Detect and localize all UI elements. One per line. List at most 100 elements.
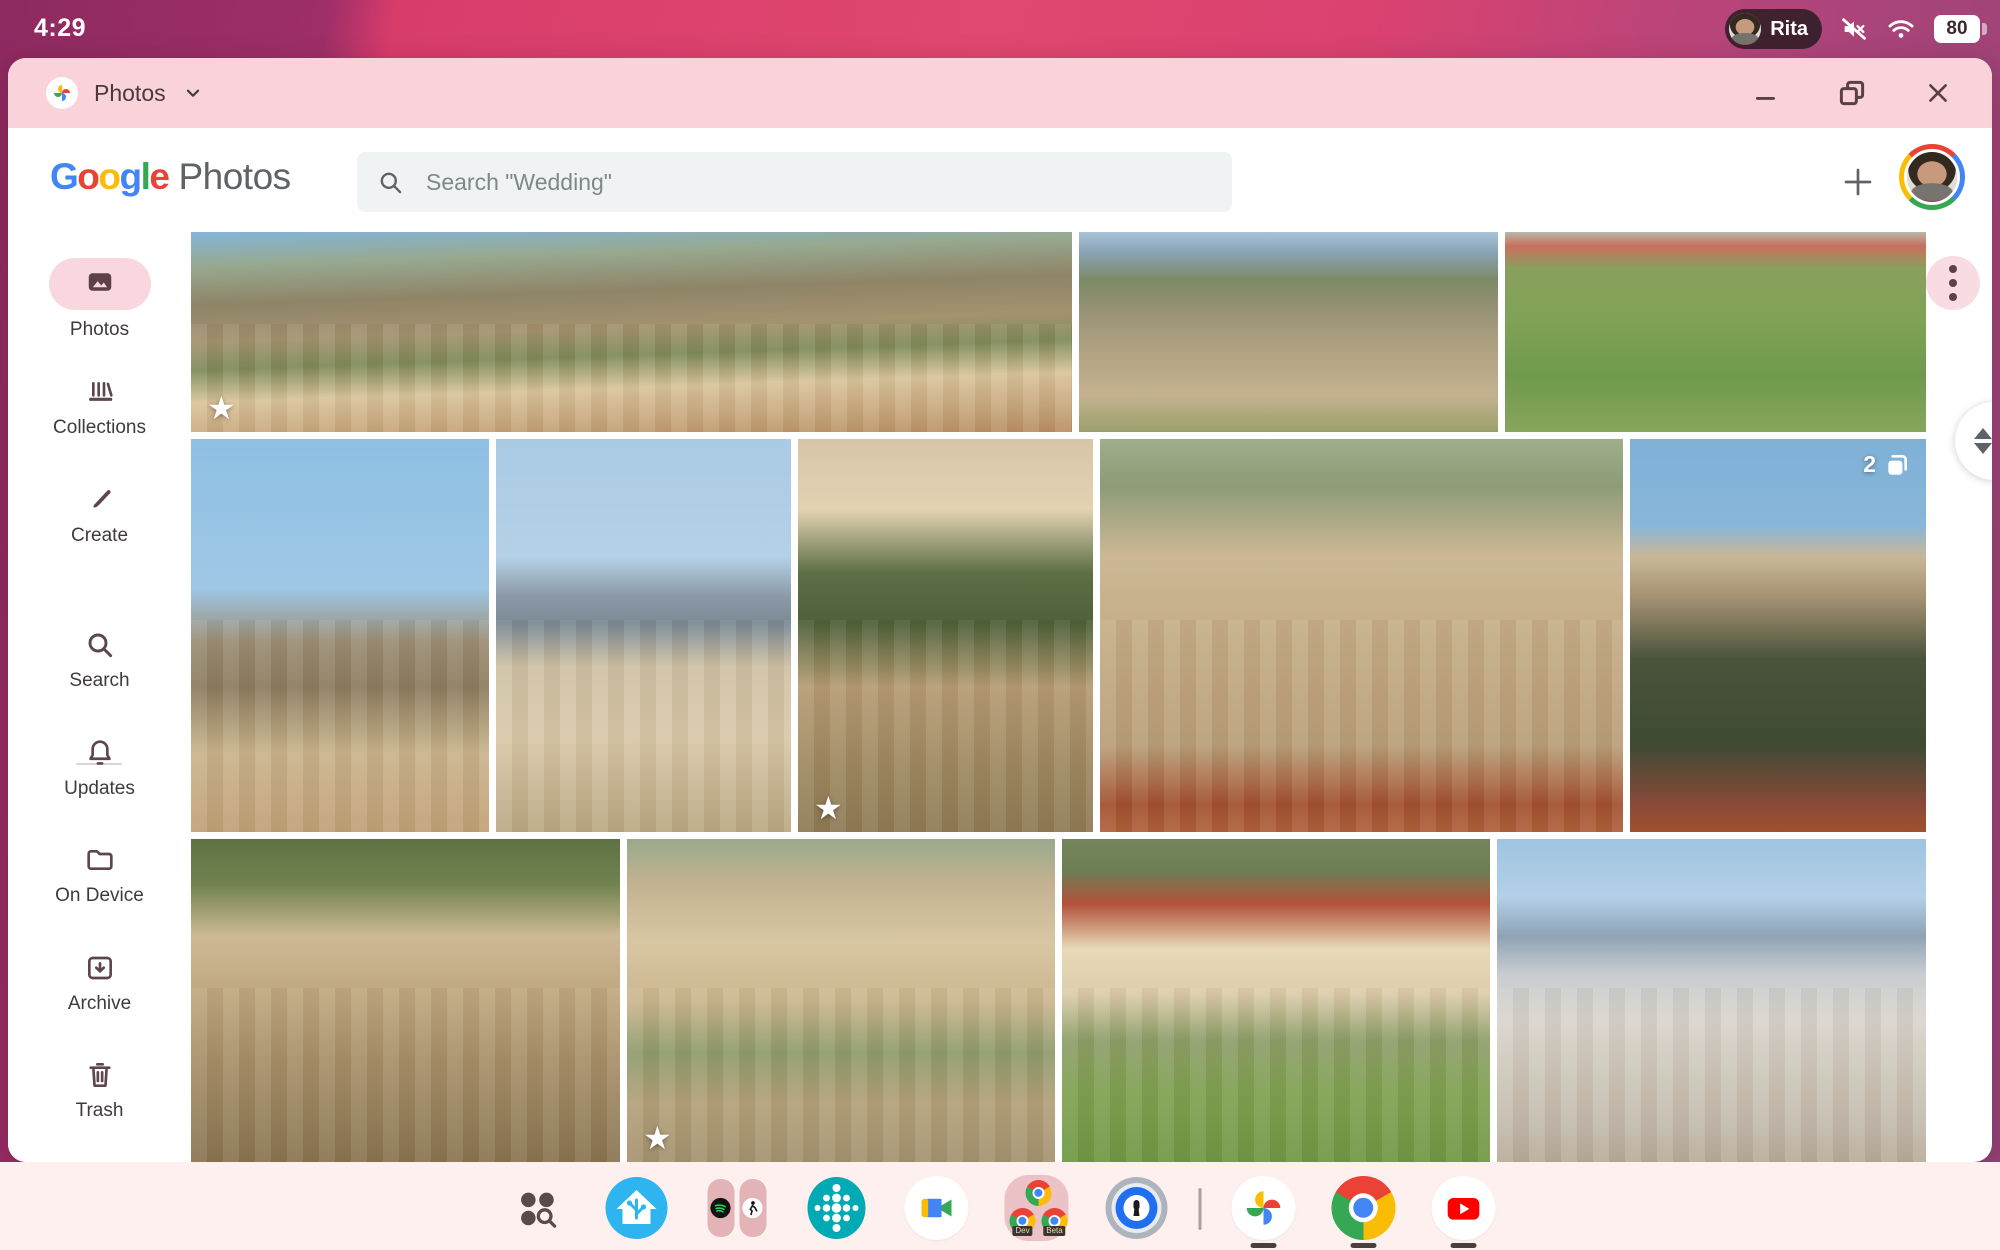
photo-thumbnail-acropolis-panorama[interactable]: ★ xyxy=(191,232,1072,432)
sidebar-item-on-device[interactable]: On Device xyxy=(8,844,191,907)
shelf-app-chrome[interactable] xyxy=(1332,1176,1396,1240)
photo-thumbnail-hillside-houses[interactable] xyxy=(1100,439,1623,832)
collections-icon xyxy=(8,376,191,408)
photo-thumbnail-agora-aerial[interactable] xyxy=(1079,232,1498,432)
more-options-button[interactable] xyxy=(1926,256,1980,310)
google-wordmark: Google xyxy=(50,156,168,198)
battery-indicator: 80 xyxy=(1934,15,1980,43)
spotify-icon xyxy=(710,1197,732,1219)
user-name: Rita xyxy=(1770,18,1808,41)
home-assistant-icon xyxy=(605,1176,669,1240)
sidebar-item-label: Collections xyxy=(8,417,191,439)
sidebar-item-label: Search xyxy=(8,670,191,692)
sidebar-item-create[interactable]: Create xyxy=(8,484,191,547)
app-pair-right xyxy=(739,1179,766,1237)
shelf-app-1password[interactable] xyxy=(1105,1176,1169,1240)
chrome-dev-icon: Dev xyxy=(1010,1208,1036,1234)
stack-badge: 2 xyxy=(1863,451,1910,478)
trash-icon xyxy=(8,1059,191,1091)
sidebar-item-label: Archive xyxy=(8,993,191,1015)
fast-scroll-handle[interactable] xyxy=(1955,402,1992,480)
stack-count: 2 xyxy=(1863,451,1876,478)
create-brush-icon xyxy=(8,484,191,516)
sidebar-item-label: Trash xyxy=(8,1100,191,1122)
battery-percent: 80 xyxy=(1946,18,1967,40)
user-chip[interactable]: Rita xyxy=(1725,9,1822,49)
chrome-folder-blob: Dev Beta xyxy=(1005,1175,1069,1241)
shelf-app-fitbit[interactable] xyxy=(805,1176,869,1240)
account-avatar[interactable] xyxy=(1899,144,1965,210)
photos-wordmark: Photos xyxy=(178,156,290,198)
chrome-canary-icon xyxy=(1026,1180,1052,1206)
shelf-app-pair[interactable] xyxy=(705,1176,769,1240)
photo-thumbnail-mansion-lawn[interactable] xyxy=(1062,839,1490,1162)
sidebar-item-photos[interactable]: Photos xyxy=(8,258,191,341)
photo-thumbnail-parthenon-cliff[interactable]: 2 xyxy=(1630,439,1926,832)
shelf: Dev Beta xyxy=(0,1162,2000,1250)
close-button[interactable] xyxy=(1910,65,1966,121)
sidebar-item-search[interactable]: Search xyxy=(8,629,191,692)
photo-thumbnail-acropolis-flag[interactable] xyxy=(191,439,489,832)
photo-thumbnail-columns-site[interactable] xyxy=(191,839,620,1162)
shelf-divider xyxy=(1199,1188,1202,1230)
shelf-app-google-photos[interactable] xyxy=(1232,1176,1296,1240)
sidebar-item-collections[interactable]: Collections xyxy=(8,376,191,439)
star-icon: ★ xyxy=(207,392,236,424)
shelf-app-google-meet[interactable] xyxy=(905,1176,969,1240)
chevron-down-icon[interactable] xyxy=(182,82,204,104)
google-photos-logo: Google Photos xyxy=(50,156,291,198)
sidebar-item-archive[interactable]: Archive xyxy=(8,952,191,1015)
chrome-beta-icon: Beta xyxy=(1042,1208,1068,1234)
clock: 4:29 xyxy=(34,14,86,43)
mute-icon xyxy=(1840,15,1868,43)
search-icon xyxy=(377,169,404,196)
chrome-beta-label: Beta xyxy=(1043,1226,1065,1236)
sidebar-item-updates[interactable]: Updates xyxy=(8,737,191,800)
search-icon xyxy=(8,629,191,661)
running-indicator xyxy=(1351,1243,1377,1248)
sidebar-item-label: On Device xyxy=(8,885,191,907)
photo-thumbnail-hillside-mountain[interactable] xyxy=(496,439,791,832)
search-bar[interactable] xyxy=(357,152,1232,212)
photos-app-icon xyxy=(46,77,78,109)
battery-nub xyxy=(1982,23,1987,35)
grid-row: ★ xyxy=(191,839,1926,1162)
scroll-down-icon xyxy=(1974,443,1992,454)
sidebar-item-trash[interactable]: Trash xyxy=(8,1059,191,1122)
archive-icon xyxy=(8,952,191,984)
fitbit-icon xyxy=(805,1176,869,1240)
google-meet-icon xyxy=(917,1188,957,1228)
photo-thumbnail-city-panorama[interactable] xyxy=(1497,839,1926,1162)
bell-icon xyxy=(8,737,191,769)
running-indicator xyxy=(1451,1243,1477,1248)
shelf-app-chrome-folder[interactable]: Dev Beta xyxy=(1005,1176,1069,1240)
scroll-up-icon xyxy=(1974,428,1992,439)
app-pair-left xyxy=(707,1179,734,1237)
search-input[interactable] xyxy=(426,169,1212,196)
stack-icon xyxy=(1884,452,1910,478)
plus-icon xyxy=(1840,164,1876,200)
launcher-button[interactable] xyxy=(505,1176,569,1240)
avatar xyxy=(1729,13,1761,45)
star-icon: ★ xyxy=(643,1122,672,1154)
sidebar: Photos Collections Create Search Update xyxy=(8,232,191,1162)
active-pill xyxy=(49,258,151,310)
status-bar: 4:29 Rita 80 xyxy=(0,0,2000,57)
minimize-button[interactable] xyxy=(1738,65,1794,121)
grid-row: ★ xyxy=(191,232,1926,432)
folder-icon xyxy=(8,844,191,876)
youtube-icon xyxy=(1444,1188,1484,1228)
photo-thumbnail-buildings-ruins[interactable]: ★ xyxy=(798,439,1093,832)
window-titlebar: Photos xyxy=(8,58,1992,128)
status-tray[interactable]: Rita 80 xyxy=(1725,8,1980,50)
google-photos-icon xyxy=(1243,1187,1285,1229)
window-title: Photos xyxy=(94,80,166,107)
photo-thumbnail-hadrians-library[interactable]: ★ xyxy=(627,839,1055,1162)
restore-button[interactable] xyxy=(1824,65,1880,121)
shelf-app-home-assistant[interactable] xyxy=(605,1176,669,1240)
shelf-app-youtube[interactable] xyxy=(1432,1176,1496,1240)
sidebar-item-label: Updates xyxy=(8,778,191,800)
photo-thumbnail-ruins-park[interactable] xyxy=(1505,232,1926,432)
photos-icon xyxy=(85,267,115,302)
add-button[interactable] xyxy=(1834,158,1882,206)
